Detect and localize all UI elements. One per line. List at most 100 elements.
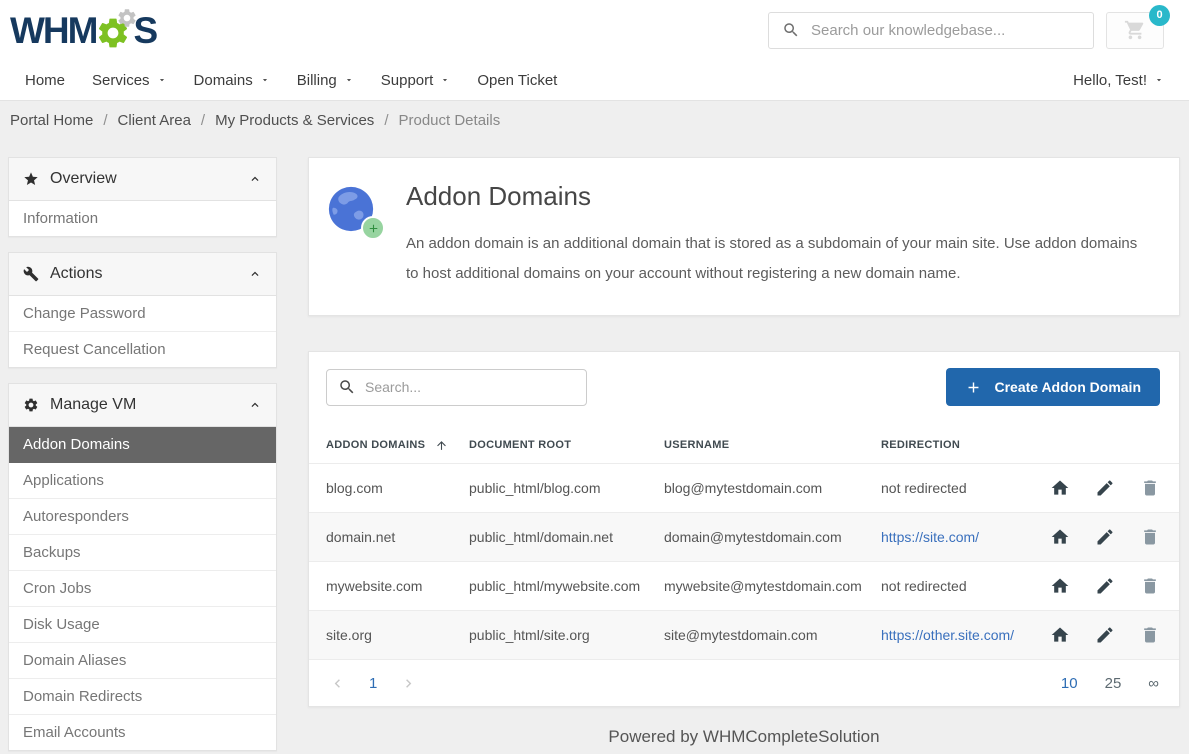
table-toolbar: Create Addon Domain (309, 368, 1179, 406)
create-addon-domain-button[interactable]: Create Addon Domain (946, 368, 1161, 406)
page-size-25[interactable]: 25 (1105, 675, 1122, 692)
row-actions (1046, 478, 1162, 498)
breadcrumb-portal-home[interactable]: Portal Home (10, 112, 93, 129)
panel-actions-header[interactable]: Actions (9, 253, 276, 296)
delete-icon[interactable] (1140, 625, 1160, 645)
sidebar-item-backups[interactable]: Backups (9, 535, 276, 571)
sidebar-item-cron-jobs[interactable]: Cron Jobs (9, 571, 276, 607)
product-hero-card: Addon Domains An addon domain is an addi… (308, 157, 1180, 316)
breadcrumb-my-products[interactable]: My Products & Services (215, 112, 374, 129)
cell-document-root: public_html/domain.net (469, 529, 664, 545)
column-addon-domains[interactable]: ADDON DOMAINS (326, 439, 469, 452)
edit-icon[interactable] (1095, 576, 1115, 596)
nav-item-billing[interactable]: Billing (297, 72, 354, 89)
home-icon[interactable] (1050, 527, 1070, 547)
chevron-left-icon[interactable] (329, 675, 346, 692)
column-username[interactable]: USERNAME (664, 439, 881, 451)
delete-icon[interactable] (1140, 576, 1160, 596)
edit-icon[interactable] (1095, 625, 1115, 645)
sidebar-item-information[interactable]: Information (9, 201, 276, 236)
main-column: Addon Domains An addon domain is an addi… (308, 157, 1180, 747)
cell-domain: blog.com (326, 480, 469, 496)
breadcrumb: Portal Home / Client Area / My Products … (0, 101, 1189, 140)
row-actions (1046, 576, 1162, 596)
delete-icon[interactable] (1140, 527, 1160, 547)
cell-username: blog@mytestdomain.com (664, 480, 881, 496)
cell-document-root: public_html/site.org (469, 627, 664, 643)
table-header-row: ADDON DOMAINS DOCUMENT ROOT USERNAME RED… (309, 427, 1179, 464)
star-icon (23, 171, 39, 187)
row-actions (1046, 625, 1162, 645)
wrench-icon (23, 266, 39, 282)
cell-domain: mywebsite.com (326, 578, 469, 594)
edit-icon[interactable] (1095, 527, 1115, 547)
edit-icon[interactable] (1095, 478, 1115, 498)
cell-username: site@mytestdomain.com (664, 627, 881, 643)
gear-icon (23, 397, 39, 413)
sort-asc-icon (435, 439, 448, 452)
page-title: Addon Domains (406, 181, 1151, 212)
page-size-all-infinity-icon[interactable]: ∞ (1148, 675, 1159, 692)
caret-down-icon (260, 75, 270, 85)
sidebar: Overview Information Actions Change Pass… (8, 157, 277, 754)
nav-item-domains[interactable]: Domains (194, 72, 270, 89)
cart-icon (1124, 19, 1146, 41)
breadcrumb-client-area[interactable]: Client Area (118, 112, 191, 129)
column-document-root[interactable]: DOCUMENT ROOT (469, 439, 664, 451)
row-actions (1046, 527, 1162, 547)
knowledgebase-search-input[interactable] (811, 22, 1080, 39)
search-icon (782, 21, 800, 39)
nav-item-open-ticket[interactable]: Open Ticket (477, 72, 557, 89)
logo-text-whm: WHM (10, 12, 96, 49)
redirection-link[interactable]: https://other.site.com/ (881, 627, 1014, 643)
sidebar-item-request-cancellation[interactable]: Request Cancellation (9, 332, 276, 367)
search-icon (338, 378, 356, 396)
gear-icon-small (116, 7, 138, 29)
panel-title: Overview (50, 170, 117, 188)
page-number[interactable]: 1 (369, 675, 377, 692)
panel-title: Manage VM (50, 396, 136, 414)
globe-icon (326, 184, 378, 236)
plus-badge-icon (361, 216, 385, 240)
panel-manage-vm: Manage VM Addon Domains Applications Aut… (8, 383, 277, 751)
sidebar-item-email-accounts[interactable]: Email Accounts (9, 715, 276, 750)
chevron-right-icon[interactable] (400, 675, 417, 692)
sidebar-item-disk-usage[interactable]: Disk Usage (9, 607, 276, 643)
caret-down-icon (440, 75, 450, 85)
caret-down-icon (344, 75, 354, 85)
main-nav: Home Services Domains Billing Support Op… (0, 60, 1189, 101)
sidebar-item-addon-domains[interactable]: Addon Domains (9, 427, 276, 463)
redirection-link[interactable]: https://site.com/ (881, 529, 979, 545)
panel-overview-header[interactable]: Overview (9, 158, 276, 201)
table-search-input[interactable] (365, 379, 575, 395)
account-menu[interactable]: Hello, Test! (1073, 72, 1164, 89)
sidebar-item-domain-redirects[interactable]: Domain Redirects (9, 679, 276, 715)
page-size-10[interactable]: 10 (1061, 675, 1078, 692)
chevron-up-icon (248, 172, 262, 186)
table-pagination: 1 10 25 ∞ (309, 660, 1179, 706)
caret-down-icon (157, 75, 167, 85)
breadcrumb-product-details: Product Details (398, 112, 500, 129)
delete-icon[interactable] (1140, 478, 1160, 498)
sidebar-item-domain-aliases[interactable]: Domain Aliases (9, 643, 276, 679)
home-icon[interactable] (1050, 576, 1070, 596)
column-redirection[interactable]: REDIRECTION (881, 439, 1046, 451)
sidebar-item-applications[interactable]: Applications (9, 463, 276, 499)
home-icon[interactable] (1050, 625, 1070, 645)
home-icon[interactable] (1050, 478, 1070, 498)
logo-gears (95, 9, 135, 51)
sidebar-item-change-password[interactable]: Change Password (9, 296, 276, 332)
plus-icon (965, 379, 982, 396)
nav-item-home[interactable]: Home (25, 72, 65, 89)
nav-item-support[interactable]: Support (381, 72, 451, 89)
table-search (326, 369, 587, 406)
cart-button[interactable]: 0 (1106, 12, 1164, 49)
panel-manage-vm-header[interactable]: Manage VM (9, 384, 276, 427)
panel-overview: Overview Information (8, 157, 277, 237)
sidebar-item-autoresponders[interactable]: Autoresponders (9, 499, 276, 535)
knowledgebase-search (768, 12, 1094, 49)
chevron-up-icon (248, 267, 262, 281)
cart-badge: 0 (1149, 5, 1170, 26)
whmcs-logo[interactable]: WHM S (10, 9, 156, 51)
nav-item-services[interactable]: Services (92, 72, 167, 89)
